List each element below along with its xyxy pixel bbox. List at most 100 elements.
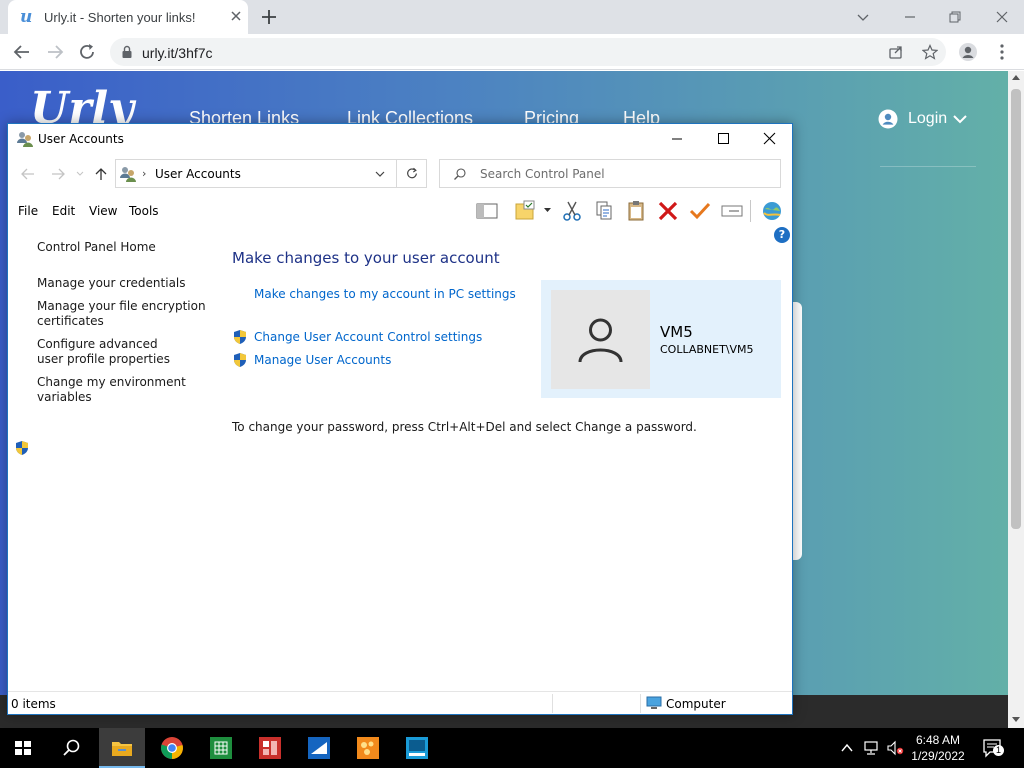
checkmark-icon[interactable] [687, 199, 713, 223]
user-circle-icon [878, 109, 898, 129]
uac-shield-icon [234, 353, 246, 367]
explorer-address-bar[interactable]: › User Accounts [115, 159, 427, 188]
taskbar-chrome[interactable] [149, 728, 195, 768]
rename-icon[interactable] [719, 199, 745, 223]
menu-view[interactable]: View [89, 204, 117, 218]
user-avatar-icon [578, 318, 623, 363]
new-tab-icon[interactable] [260, 8, 278, 26]
login-button[interactable]: Login [878, 107, 978, 131]
show-hidden-icons-chevron-icon[interactable] [838, 740, 856, 756]
pc-settings-link[interactable]: Make changes to my account in PC setting… [254, 287, 516, 301]
scroll-down-arrow-icon[interactable] [1012, 717, 1020, 722]
search-control-panel-input[interactable]: Search Control Panel [439, 159, 781, 188]
search-icon [454, 168, 466, 180]
browser-minimize-icon[interactable] [900, 7, 920, 27]
status-location: Computer [666, 697, 726, 711]
url-text[interactable]: urly.it/3hf7c [142, 45, 213, 61]
user-domain: COLLABNET\VM5 [660, 343, 754, 356]
status-bar: 0 items Computer [8, 691, 792, 714]
control-panel-globe-icon[interactable] [759, 199, 785, 223]
browser-menu-icon[interactable] [992, 42, 1012, 62]
refresh-icon[interactable] [396, 160, 427, 187]
breadcrumb-separator-icon[interactable]: › [142, 167, 146, 180]
chevron-down-icon [953, 115, 967, 124]
menu-edit[interactable]: Edit [52, 204, 75, 218]
scrollbar-thumb[interactable] [1011, 89, 1021, 529]
menu-toolbar: File Edit View Tools [8, 195, 792, 227]
app-blue-icon [406, 737, 428, 759]
profile-avatar-icon[interactable] [958, 42, 978, 62]
avatar [551, 290, 650, 389]
taskbar-search-button[interactable] [49, 728, 95, 768]
uac-settings-link[interactable]: Change User Account Control settings [254, 330, 482, 344]
breadcrumb-user-accounts[interactable]: User Accounts [155, 167, 241, 181]
back-arrow-icon[interactable] [20, 166, 36, 182]
tab-close-icon[interactable] [228, 8, 244, 24]
window-close-icon[interactable] [746, 124, 792, 154]
browser-tab[interactable]: u Urly.it - Shorten your links! [8, 0, 248, 34]
menu-file[interactable]: File [18, 204, 38, 218]
change-environment-variables-link[interactable]: Change my environment variables [37, 375, 187, 405]
up-arrow-icon[interactable] [93, 166, 109, 182]
recent-locations-chevron-icon[interactable] [76, 171, 84, 177]
copy-icon[interactable] [591, 199, 617, 223]
window-minimize-icon[interactable] [654, 124, 700, 154]
taskbar-paint-app[interactable] [345, 728, 391, 768]
app-red-icon [259, 737, 281, 759]
spreadsheet-icon [210, 737, 232, 759]
menu-tools[interactable]: Tools [129, 204, 159, 218]
delete-x-icon[interactable] [655, 199, 681, 223]
status-divider [640, 694, 641, 713]
manage-user-accounts-link[interactable]: Manage User Accounts [254, 353, 391, 367]
browser-close-icon[interactable] [992, 7, 1012, 27]
address-bar[interactable]: urly.it/3hf7c [110, 38, 946, 66]
browser-tab-strip: u Urly.it - Shorten your links! [0, 0, 1024, 34]
cut-scissors-icon[interactable] [559, 199, 585, 223]
network-icon[interactable] [862, 740, 880, 756]
reload-icon[interactable] [77, 42, 97, 62]
address-row: › User Accounts Search Control Panel [8, 154, 792, 194]
chrome-icon [161, 737, 183, 759]
lock-icon[interactable] [120, 45, 134, 59]
taskbar-spreadsheet-app[interactable] [198, 728, 244, 768]
manage-credentials-link[interactable]: Manage your credentials [37, 276, 186, 291]
tab-title: Urly.it - Shorten your links! [44, 10, 196, 25]
dropdown-arrow-icon[interactable] [543, 207, 552, 213]
header-divider [880, 166, 976, 167]
browser-toolbar: urly.it/3hf7c [0, 34, 1024, 70]
start-button[interactable] [0, 728, 46, 768]
user-accounts-icon [17, 132, 33, 147]
configure-advanced-profile-link[interactable]: Configure advanced user profile properti… [37, 337, 187, 367]
taskbar-blue-app[interactable] [394, 728, 440, 768]
user-account-card: VM5 COLLABNET\VM5 [541, 280, 781, 398]
window-titlebar[interactable]: User Accounts [8, 124, 792, 154]
back-arrow-icon[interactable] [12, 42, 32, 62]
forward-arrow-icon[interactable] [50, 166, 66, 182]
preview-pane-icon[interactable] [474, 199, 500, 223]
manage-encryption-certificates-link[interactable]: Manage your file encryption certificates [37, 299, 207, 329]
taskbar-red-app[interactable] [247, 728, 293, 768]
control-panel-home-link[interactable]: Control Panel Home [37, 240, 156, 255]
main-content: Make changes to your user account Make c… [218, 227, 792, 687]
bookmark-star-icon[interactable] [922, 44, 938, 60]
tab-search-chevron-icon[interactable] [853, 7, 873, 27]
toolbar-separator [750, 200, 751, 222]
scroll-up-arrow-icon[interactable] [1012, 75, 1020, 80]
properties-folder-icon[interactable] [512, 199, 538, 223]
page-scrollbar[interactable] [1008, 71, 1024, 728]
page-heading: Make changes to your user account [232, 249, 500, 267]
left-navigation-pane: Control Panel Home Manage your credentia… [8, 227, 218, 687]
share-icon[interactable] [888, 44, 904, 60]
forward-arrow-icon[interactable] [45, 42, 65, 62]
taskbar-file-explorer[interactable] [99, 728, 145, 768]
volume-muted-icon[interactable] [886, 740, 904, 756]
browser-restore-icon[interactable] [945, 7, 965, 27]
system-clock[interactable]: 6:48 AM 1/29/2022 [906, 732, 970, 764]
taskbar-mail-app[interactable] [296, 728, 342, 768]
notification-center-button[interactable]: 1 [982, 738, 1004, 758]
paint-icon [357, 737, 379, 759]
uac-shield-icon [234, 330, 246, 344]
window-maximize-icon[interactable] [700, 124, 746, 154]
address-dropdown-icon[interactable] [374, 169, 386, 179]
paste-clipboard-icon[interactable] [623, 199, 649, 223]
